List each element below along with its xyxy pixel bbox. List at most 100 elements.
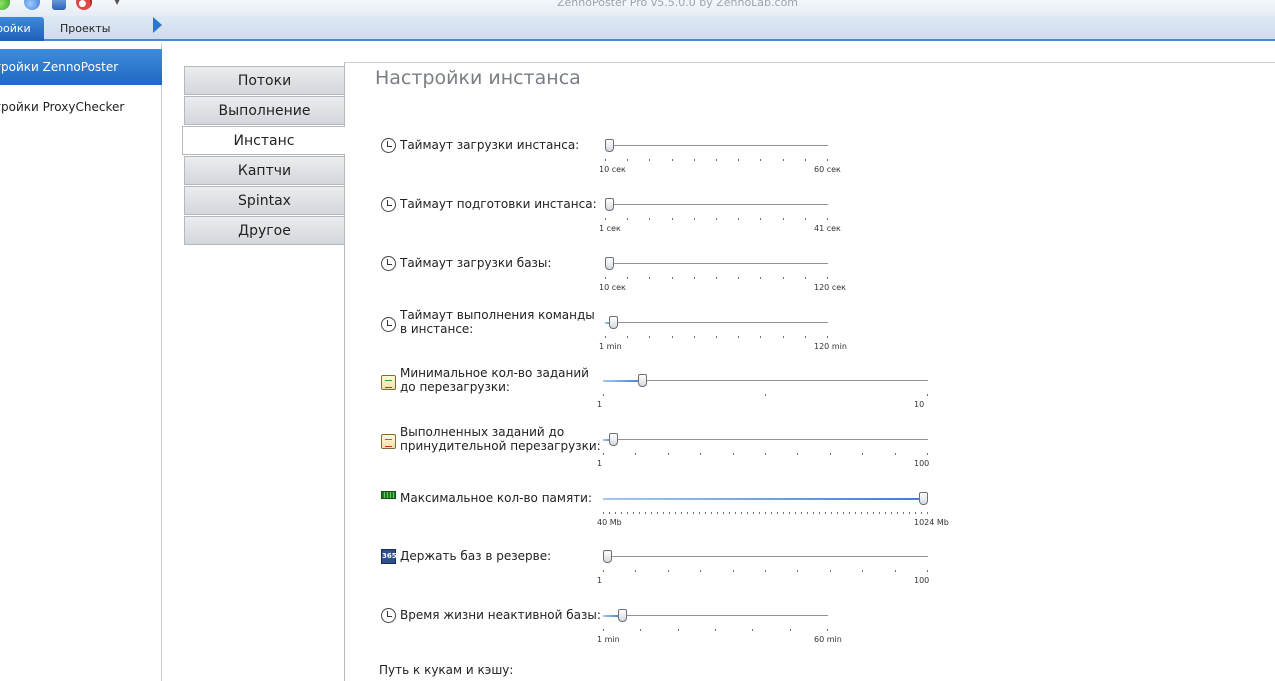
tab-instance[interactable]: Инстанс [182, 126, 345, 155]
slider-tick [804, 218, 806, 220]
slider-tick [605, 218, 606, 220]
ribbon-tab-settings[interactable]: ройки [0, 17, 44, 41]
slider-tick [671, 277, 673, 279]
slider-tick [693, 159, 695, 161]
add-icon[interactable] [0, 0, 10, 10]
slider-tick [705, 512, 706, 514]
slider-max-label: 41 сек [814, 224, 841, 233]
slider-tick [753, 512, 754, 514]
slider-tick [639, 512, 640, 514]
slider-tick [804, 159, 806, 161]
stop-icon[interactable] [52, 0, 66, 10]
slider-tick [615, 512, 616, 514]
setting-label: Таймаут подготовки инстанса: [400, 197, 597, 211]
slider-thumb[interactable] [605, 198, 614, 211]
setting-label: Выполненных заданий до принудительной пе… [400, 425, 601, 453]
slider-tick [804, 336, 806, 338]
tab-execution[interactable]: Выполнение [184, 96, 345, 125]
play-icon[interactable] [24, 0, 40, 10]
slider-thumb[interactable] [609, 433, 619, 446]
slider-tick [735, 512, 736, 514]
slider-thumb[interactable] [919, 492, 928, 505]
slider-tick [605, 277, 606, 279]
slider-tick [795, 512, 796, 514]
slider-tick [782, 159, 784, 161]
slider-tick [927, 512, 928, 514]
calendar-365-icon: 365 [381, 549, 397, 564]
slider-tick [640, 629, 642, 631]
slider-tick [829, 570, 831, 572]
lifebuoy-icon[interactable] [76, 0, 92, 10]
slider-tick [693, 512, 694, 514]
slider-tick [885, 512, 886, 514]
slider-tick [765, 512, 766, 514]
slider-tick [897, 512, 898, 514]
slider-tick [909, 512, 910, 514]
slider-tick [663, 512, 664, 514]
slider-tick [827, 218, 828, 220]
slider-max-label: 120 min [814, 342, 847, 351]
slider-tick [783, 512, 784, 514]
clipboard-icon [381, 375, 396, 390]
chevron-down-icon[interactable]: ▼ [114, 0, 120, 6]
slider-tick [843, 512, 844, 514]
slider-thumb[interactable] [618, 609, 628, 622]
slider-tick [827, 336, 828, 338]
slider-thumb[interactable] [603, 550, 612, 563]
slider-tick [894, 570, 896, 572]
slider-tick [782, 277, 784, 279]
slider-max-label: 60 min [814, 635, 842, 644]
window-title: ZennoPoster Pro v5.5.0.0 by ZennoLab.com [557, 0, 799, 9]
slider-tick [605, 336, 606, 338]
slider-tick [771, 512, 772, 514]
slider-thumb[interactable] [637, 374, 647, 387]
slider-min-label: 10 сек [599, 283, 626, 292]
slider-tick [627, 336, 629, 338]
slider-tick [675, 512, 676, 514]
setting-label: Таймаут выполнения команды в инстансе: [400, 308, 595, 336]
slider-tick [716, 277, 717, 279]
tab-captcha[interactable]: Каптчи [184, 156, 345, 185]
slider-tick [759, 512, 760, 514]
slider-tick [829, 453, 831, 455]
slider-tick [855, 512, 856, 514]
page-title: Настройки инстанса [375, 67, 581, 89]
slider-fill [603, 379, 642, 382]
slider-thumb[interactable] [605, 139, 614, 152]
slider-tick [760, 218, 762, 220]
ribbon-tab-projects[interactable]: Проекты [60, 17, 111, 41]
slider-thumb[interactable] [609, 316, 619, 329]
slider-tick [867, 512, 868, 514]
slider-tick [797, 453, 799, 455]
slider-track [603, 615, 828, 616]
slider-tick [645, 512, 646, 514]
ribbon-tabs: ройки Проекты [0, 16, 1275, 41]
slider-tick [723, 512, 724, 514]
slider-tick [693, 218, 695, 220]
slider-tick [819, 512, 820, 514]
tab-threads[interactable]: Потоки [184, 66, 345, 95]
slider-tick [671, 218, 673, 220]
clock-icon [381, 197, 396, 212]
slider-tick [603, 570, 604, 572]
slider-tick [649, 277, 651, 279]
slider-tick [627, 512, 628, 514]
slider-tick [633, 512, 634, 514]
slider-tick [765, 570, 766, 572]
slider-tick [927, 570, 928, 572]
slider-tick [807, 512, 808, 514]
slider-tick [649, 336, 651, 338]
slider-tick [603, 512, 604, 514]
sidebar-item-proxychecker[interactable]: тройки ProxyChecker [0, 89, 124, 125]
slider-tick [677, 629, 679, 631]
tab-spintax[interactable]: Spintax [184, 186, 345, 215]
slider-tick [716, 336, 717, 338]
slider-tick [635, 570, 637, 572]
slider-tick [777, 512, 778, 514]
sidebar-item-zennoposter[interactable]: тройки ZennoPoster [0, 49, 162, 85]
slider-tick [921, 512, 922, 514]
slider-tick [669, 512, 670, 514]
slider-thumb[interactable] [605, 257, 614, 270]
tab-other[interactable]: Другое [184, 216, 345, 245]
setting-label: Таймаут загрузки базы: [400, 256, 552, 270]
